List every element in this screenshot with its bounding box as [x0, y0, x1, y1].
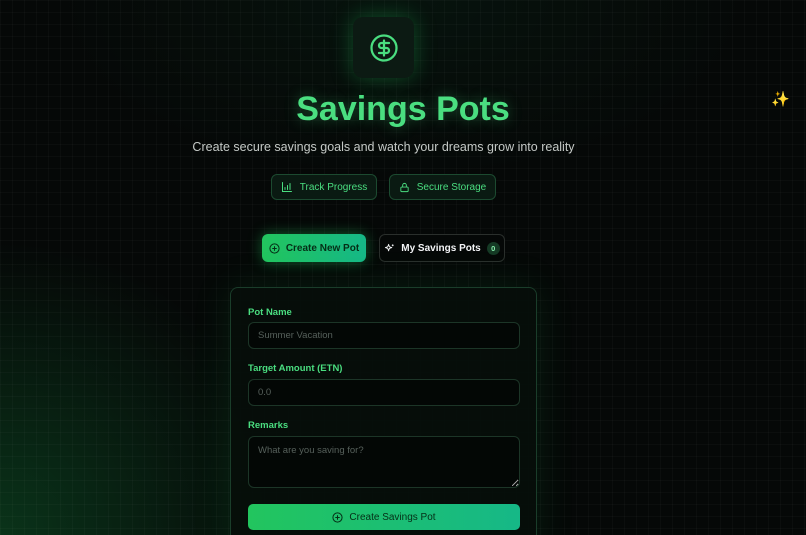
tab-create-new-pot[interactable]: Create New Pot: [262, 234, 366, 262]
pot-name-input[interactable]: [248, 322, 520, 349]
badge-label: Secure Storage: [416, 181, 487, 193]
sparkles-icon: ✨: [771, 91, 790, 108]
app-logo: [353, 17, 414, 78]
target-amount-input[interactable]: [248, 379, 520, 406]
secure-storage-badge: Secure Storage: [389, 174, 496, 200]
create-savings-pot-button[interactable]: Create Savings Pot: [248, 504, 520, 530]
sparkles-icon: [384, 243, 395, 254]
plus-circle-icon: [332, 511, 343, 523]
target-amount-label: Target Amount (ETN): [248, 363, 343, 374]
remarks-textarea[interactable]: [248, 436, 520, 488]
pot-name-label: Pot Name: [248, 307, 292, 318]
page-subtitle: Create secure savings goals and watch yo…: [192, 140, 575, 154]
page-title: Savings Pots: [296, 90, 510, 128]
create-pot-form: Pot Name Target Amount (ETN) Remarks Cre…: [230, 287, 537, 535]
lock-icon: [399, 182, 410, 193]
remarks-label: Remarks: [248, 420, 289, 431]
badge-label: Track Progress: [299, 181, 368, 193]
plus-circle-icon: [269, 242, 280, 254]
tab-my-savings-pots[interactable]: My Savings Pots 0: [379, 234, 505, 262]
submit-label: Create Savings Pot: [349, 511, 436, 523]
bar-chart-icon: [281, 181, 293, 193]
tab-label: My Savings Pots: [401, 242, 481, 254]
dollar-circle-icon: [369, 33, 399, 63]
tab-label: Create New Pot: [285, 242, 360, 254]
track-progress-badge: Track Progress: [271, 174, 377, 200]
pots-count-badge: 0: [486, 241, 500, 255]
